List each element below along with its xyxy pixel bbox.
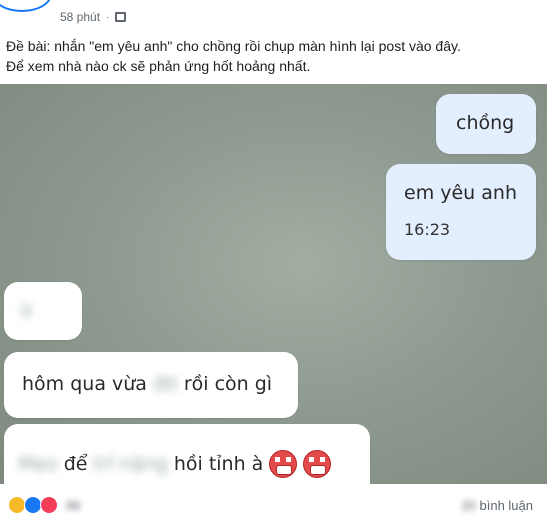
sent-message-text: em yêu anh [404, 182, 517, 204]
love-icon [40, 496, 58, 514]
received-message-text: Mẹo để trĩ nặng hồi tỉnh à [18, 450, 332, 478]
avatar[interactable] [0, 0, 52, 12]
post-meta: 58 phút · [60, 10, 127, 24]
sent-message-text: chồng [456, 112, 515, 134]
received-message-bubble: hôm qua vừa địt rồi còn gì [4, 352, 298, 418]
blurred-message-text: ừ [20, 300, 32, 321]
sent-message-bubble: chồng [436, 94, 536, 154]
sent-message-bubble: em yêu anh 16:23 [386, 164, 536, 260]
message-timestamp: 16:23 [404, 220, 451, 239]
post-text: Đề bài: nhắn "em yêu anh" cho chồng rồi … [6, 36, 541, 76]
comment-count-link[interactable]: 20 bình luận [461, 498, 533, 513]
received-message-text: hôm qua vừa địt rồi còn gì [22, 373, 272, 395]
post-text-line-1: Đề bài: nhắn "em yêu anh" cho chồng rồi … [6, 38, 461, 54]
friends-icon[interactable] [115, 12, 127, 22]
reaction-count[interactable]: 99 [66, 498, 80, 513]
blurred-word: Mẹo [18, 453, 58, 475]
blurred-word: trĩ nặng [93, 453, 168, 475]
angry-face-icon [303, 450, 332, 478]
message-text-part: hôm qua vừa [22, 373, 147, 395]
comment-count: 20 [461, 498, 476, 513]
blurred-word: địt [152, 373, 178, 395]
message-text-part: hồi tỉnh à [173, 453, 264, 475]
message-text-part: rồi còn gì [183, 373, 273, 395]
angry-face-icon [269, 450, 298, 478]
received-message-bubble: ừ [4, 282, 82, 340]
post-time[interactable]: 58 phút [60, 10, 100, 24]
post-photo[interactable]: chồng em yêu anh 16:23 ừ hôm qua vừa địt… [0, 84, 547, 484]
reaction-summary[interactable]: 99 [8, 496, 80, 514]
meta-separator: · [106, 11, 110, 23]
post-text-line-2: Để xem nhà nào ck sẽ phản ứng hốt hoảng … [6, 58, 311, 74]
comment-label: bình luận [479, 498, 534, 513]
message-text-part: để [63, 453, 88, 475]
received-message-bubble: Mẹo để trĩ nặng hồi tỉnh à [4, 424, 370, 484]
